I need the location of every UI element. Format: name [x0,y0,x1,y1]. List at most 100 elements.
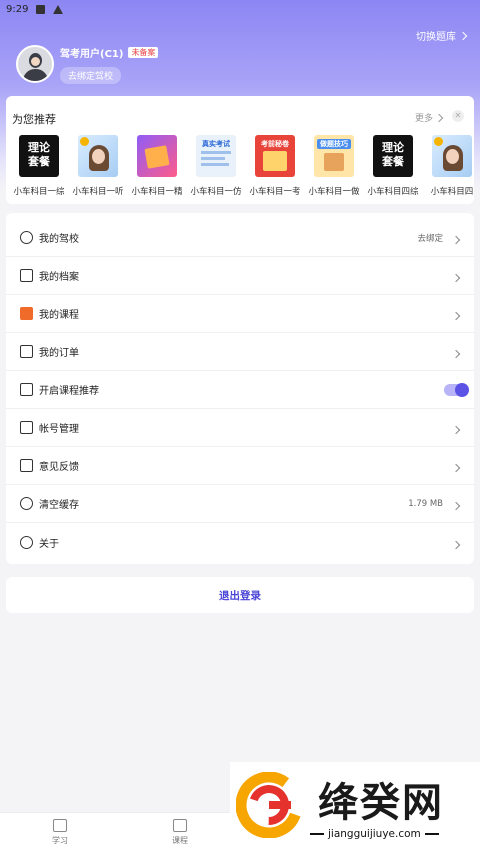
menu-card: 我的驾校 去绑定 我的档案 我的课程 我的订单 开启课程推荐 帐号管理 意见反馈… [6,213,474,564]
chevron-right-icon [458,31,468,40]
menu-item-label: 关于 [39,538,59,550]
recommend-item-label: 小车科目一做 [308,187,360,197]
chevron-right-icon [451,304,461,323]
thumb-text: 套餐 [382,155,404,168]
notification-icon [36,4,46,14]
recommend-item[interactable]: 小车科目一听 [69,135,127,197]
switch-bank-label: 切换题库 [416,32,456,43]
logout-button[interactable]: 退出登录 [6,577,474,613]
recommend-item-label: 小车科目四综 [367,187,419,197]
course-thumbnail: 理论 套餐 [373,135,413,177]
course-thumbnail: 真实考试 [196,135,236,177]
thumb-text: 真实考试 [202,140,230,148]
menu-item-course-recommend: 开启课程推荐 [6,371,474,409]
menu-item-my-course[interactable]: 我的课程 [6,295,474,333]
status-bar: 9:29 [0,0,480,18]
chevron-right-icon [451,228,461,247]
username: 驾考用户(C1) [60,49,124,60]
user-info: 驾考用户(C1) 未备案 [60,45,159,60]
recommend-item[interactable]: 小车科目四 [423,135,474,197]
switch-question-bank-button[interactable]: 切换题库 [416,28,468,43]
close-icon[interactable]: ✕ [452,110,464,122]
unregistered-badge: 未备案 [128,47,159,58]
watermark-url: jiangguijiuye.com [310,828,439,840]
chevron-right-icon [434,113,444,122]
menu-item-label: 我的订单 [39,348,79,359]
account-icon [20,421,33,434]
tab-label: 课程 [172,836,188,845]
recommend-more-label: 更多 [414,114,433,124]
chevron-right-icon [451,533,461,552]
recommend-more-button[interactable]: 更多 [414,111,444,124]
menu-item-label: 我的驾校 [39,234,79,245]
menu-item-label: 我的档案 [39,272,79,283]
menu-item-label: 我的课程 [39,310,79,321]
thumb-text: 做题技巧 [317,139,351,149]
recommend-item-label: 小车科目一综 [13,187,65,197]
course-thumbnail: 做题技巧 [314,135,354,177]
refresh-icon [20,497,33,510]
chevron-right-icon [451,456,461,475]
recommend-item-label: 小车科目一听 [72,187,124,197]
recommend-item-label: 小车科目一仿 [190,187,242,197]
course-thumbnail: 考前秘卷 [255,135,295,177]
recommend-item[interactable]: 理论 套餐 小车科目一综 [10,135,68,197]
avatar-face [31,57,40,66]
recommend-item[interactable]: 小车科目一精 [128,135,186,197]
chevron-right-icon [451,342,461,361]
menu-item-my-school[interactable]: 我的驾校 去绑定 [6,219,474,257]
recommend-item[interactable]: 真实考试 小车科目一仿 [187,135,245,197]
chevron-right-icon [451,266,461,285]
course-tab-icon [173,819,187,832]
menu-item-my-orders[interactable]: 我的订单 [6,333,474,371]
course-thumbnail [78,135,118,177]
menu-item-clear-cache[interactable]: 清空缓存 1.79 MB [6,485,474,523]
thumb-text: 理论 [382,141,404,154]
menu-item-account[interactable]: 帐号管理 [6,409,474,447]
course-thumbnail [137,135,177,177]
chevron-right-icon [451,418,461,437]
tab-course[interactable]: 课程 [150,819,210,846]
menu-item-my-profile[interactable]: 我的档案 [6,257,474,295]
book-icon [53,819,67,832]
menu-item-about[interactable]: 关于 [6,523,474,561]
course-recommend-toggle[interactable] [444,382,469,397]
menu-item-label: 意见反馈 [39,462,79,473]
watermark-title: 绛癸网 [318,780,444,826]
menu-item-value: 去绑定 [417,233,443,244]
chevron-right-icon [451,494,461,513]
steering-icon [20,231,33,244]
recommend-item-label: 小车科目一精 [131,187,183,197]
tab-study[interactable]: 学习 [30,819,90,846]
watermark-url-text: jiangguijiuye.com [328,828,421,840]
avatar-body [23,69,48,81]
menu-item-label: 帐号管理 [39,424,79,435]
recommend-item[interactable]: 做题技巧 小车科目一做 [305,135,363,197]
recommend-item-label: 小车科目一考 [249,187,301,197]
recommend-title: 为您推荐 [12,113,56,126]
avatar[interactable] [16,45,54,83]
status-time: 9:29 [6,3,29,15]
feedback-icon [20,459,33,472]
thumb-text: 理论 [28,141,50,154]
tab-label: 学习 [52,836,68,845]
menu-item-label: 清空缓存 [39,500,79,511]
info-icon [20,535,33,549]
order-icon [20,345,33,358]
course-icon [20,307,33,320]
menu-item-feedback[interactable]: 意见反馈 [6,447,474,485]
recommend-card: 为您推荐 更多 ✕ 理论 套餐 小车科目一综 小车科目一听 小车科目一精 真实考… [6,96,474,204]
course-thumbnail: 理论 套餐 [19,135,59,177]
recommend-item[interactable]: 考前秘卷 小车科目一考 [246,135,304,197]
thumb-text: 套餐 [28,155,50,168]
course-thumbnail [432,135,472,177]
warning-icon [53,4,64,14]
recommend-icon [20,383,33,396]
thumb-text: 考前秘卷 [261,140,289,148]
recommend-list[interactable]: 理论 套餐 小车科目一综 小车科目一听 小车科目一精 真实考试 小车科目一仿 考… [10,135,474,197]
watermark-logo [236,772,302,838]
cache-size: 1.79 MB [408,498,443,509]
bind-school-button[interactable]: 去绑定驾校 [60,67,122,84]
recommend-item[interactable]: 理论 套餐 小车科目四综 [364,135,422,197]
watermark: 绛癸网 jiangguijiuye.com [230,762,480,853]
